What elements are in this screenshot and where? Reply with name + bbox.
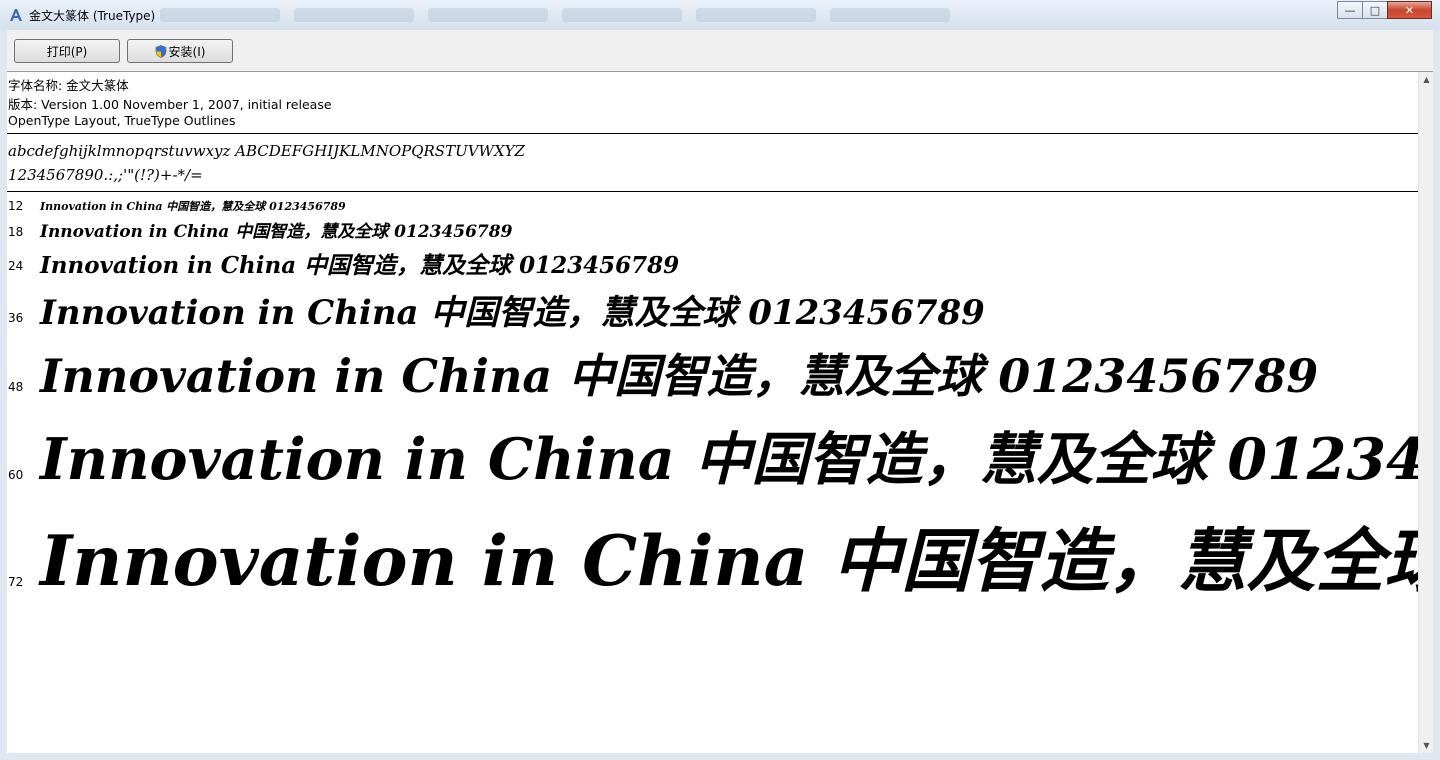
- sample-text: Innovation in China 中国智造，慧及全球 0123456789: [40, 293, 985, 333]
- font-viewer-icon: [10, 9, 22, 21]
- sample-text: Innovation in China 中国智造，慧及全球 0123456789: [40, 349, 1319, 403]
- divider: [7, 133, 1418, 134]
- scroll-down-arrow-icon[interactable]: ▼: [1419, 738, 1434, 753]
- close-button[interactable]: ✕: [1387, 1, 1432, 19]
- window-controls: — □ ✕: [1337, 1, 1432, 19]
- sample-text: Innovation in China 中国智造，慧及全球 0123456789: [40, 426, 1418, 493]
- sample-text: Innovation in China 中国智造，慧及全球 0123456789: [40, 252, 680, 279]
- print-button[interactable]: 打印(P): [14, 39, 120, 63]
- font-version-line: 版本: Version 1.00 November 1, 2007, initi…: [8, 97, 332, 112]
- minimize-button[interactable]: —: [1337, 1, 1363, 19]
- window-title: 金文大篆体 (TrueType): [29, 9, 156, 23]
- sample-text: Innovation in China 中国智造，慧及全球 0123456789: [40, 521, 1418, 602]
- sample-text: Innovation in China 中国智造，慧及全球 0123456789: [40, 222, 513, 242]
- charset-digits-symbols: 1234567890.:,;'"(!?)+-*/=: [8, 166, 203, 184]
- maximize-button[interactable]: □: [1362, 1, 1388, 19]
- scroll-up-arrow-icon[interactable]: ▲: [1419, 72, 1434, 87]
- divider: [7, 191, 1418, 192]
- sample-size-label: 18: [8, 225, 24, 239]
- install-button[interactable]: 安装(I): [127, 39, 233, 63]
- print-button-label: 打印(P): [46, 44, 88, 59]
- sample-text: Innovation in China 中国智造，慧及全球 0123456789: [40, 200, 346, 213]
- sample-size-label: 24: [8, 259, 24, 273]
- charset-letters: abcdefghijklmnopqrstuvwxyz ABCDEFGHIJKLM…: [8, 142, 525, 160]
- sample-size-label: 12: [8, 199, 24, 213]
- title-bar: 金文大篆体 (TrueType) — □ ✕: [0, 0, 1440, 30]
- background-taskbar-ghost: [160, 6, 1040, 24]
- install-button-label: 安装(I): [168, 44, 206, 59]
- toolbar: 打印(P) 安装(I): [7, 30, 1433, 72]
- font-preview-pane: 字体名称: 金文大篆体 版本: Version 1.00 November 1,…: [7, 72, 1418, 753]
- vertical-scrollbar[interactable]: ▲ ▼: [1418, 72, 1433, 753]
- font-type-line: OpenType Layout, TrueType Outlines: [8, 113, 236, 128]
- window-bottom-border: [0, 753, 1440, 760]
- uac-shield-icon: [155, 44, 166, 58]
- sample-size-label: 48: [8, 380, 24, 394]
- sample-size-label: 36: [8, 311, 24, 325]
- sample-size-label: 72: [8, 575, 24, 589]
- font-name-line: 字体名称: 金文大篆体: [8, 78, 129, 93]
- sample-size-label: 60: [8, 468, 24, 482]
